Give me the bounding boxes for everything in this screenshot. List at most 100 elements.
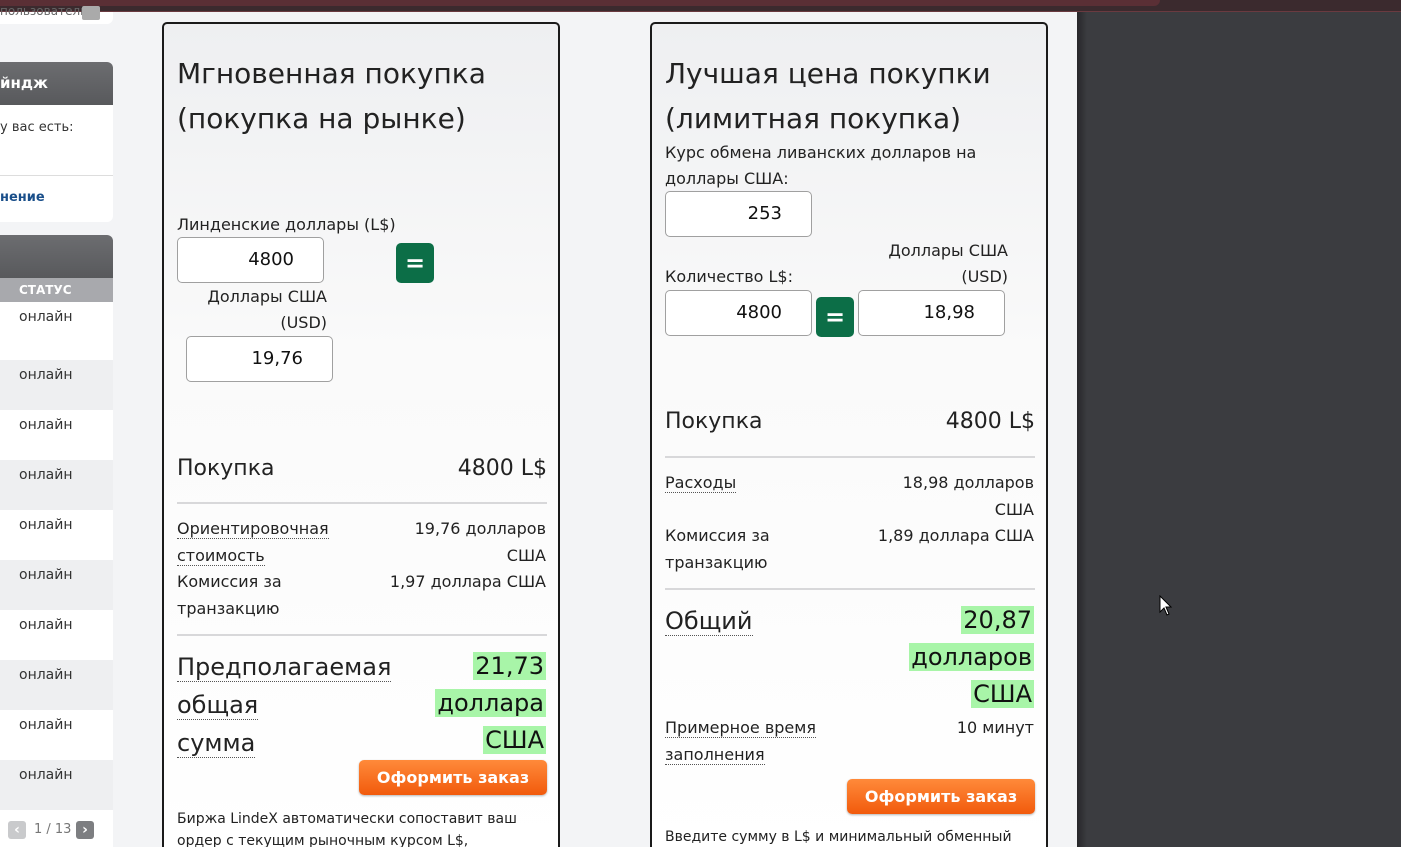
approx-cost-value-1: 19,76 долларов — [414, 519, 546, 538]
mouse-cursor-icon — [1159, 595, 1173, 616]
table-row[interactable]: онлайн — [0, 610, 113, 660]
usd-label-line1: Доллары США — [207, 287, 327, 306]
fill-time-value: 10 минут — [956, 718, 1034, 737]
usd-input[interactable]: 18,98 — [858, 290, 1005, 336]
table-row[interactable]: онлайн — [0, 510, 113, 560]
total-value: 21,73 доллара США — [435, 648, 546, 759]
divider — [665, 456, 1035, 458]
table-row[interactable]: онлайн — [0, 360, 113, 410]
fill-time-label-1: Примерное время — [665, 718, 816, 738]
market-title-line1: Мгновенная покупка — [177, 57, 486, 90]
purchase-label: Покупка — [665, 409, 763, 434]
fee-label-1: Комиссия за — [665, 526, 770, 545]
chevron-left-icon[interactable]: ‹ — [8, 821, 26, 839]
market-footer-line2: ордер с текущим рыночным курсом L$, — [177, 833, 469, 847]
fee-label-1: Комиссия за — [177, 572, 282, 591]
status-panel: СТАТУС онлайн онлайн онлайн онлайн онлай… — [0, 235, 113, 847]
lindens-input[interactable]: 4800 — [177, 237, 324, 283]
panel-link[interactable]: нение — [0, 190, 45, 205]
usd-label: Доллары США (USD) — [858, 238, 1008, 290]
divider — [177, 634, 547, 636]
equals-button[interactable]: = — [816, 297, 854, 337]
table-row[interactable]: онлайн — [0, 410, 113, 460]
sidebar-top-item[interactable]: пользователь — [0, 4, 113, 24]
limit-title-line2: (лимитная покупка) — [665, 102, 962, 135]
expenses-label[interactable]: Расходы — [665, 469, 737, 496]
status-column-header[interactable]: СТАТУС — [0, 278, 113, 302]
approx-cost-value: 19,76 долларов США — [415, 515, 546, 569]
total-label-1: Предполагаемая — [177, 653, 392, 682]
usd-label-line1: Доллары США — [888, 241, 1008, 260]
quantity-label: Количество L$: — [665, 267, 793, 286]
market-buy-title: Мгновенная покупка (покупка на рынке) — [177, 51, 547, 141]
table-row[interactable]: онлайн — [0, 460, 113, 510]
rate-input[interactable]: 253 — [665, 191, 812, 237]
browser-top-bar — [0, 0, 1401, 12]
table-row[interactable]: онлайн — [0, 710, 113, 760]
limit-buy-card: Лучшая цена покупки (лимитная покупка) К… — [650, 22, 1048, 847]
divider — [177, 502, 547, 504]
sidebar-top-item-label: пользователь — [0, 4, 88, 18]
table-row[interactable]: онлайн — [0, 760, 113, 810]
fee-label: Комиссия за транзакцию — [665, 522, 770, 576]
exchange-panel: йндж у вас есть: нение — [0, 62, 113, 222]
total-value-2: доллара — [435, 689, 546, 717]
total-value-1: 20,87 — [961, 606, 1034, 634]
rate-label-line1: Курс обмена ливанских долларов на — [665, 143, 977, 162]
fee-label-2: транзакцию — [665, 553, 768, 572]
table-row[interactable]: онлайн — [0, 560, 113, 610]
limit-footer-line1: Введите сумму в L$ и минимальный обменны… — [665, 829, 1012, 845]
equals-button[interactable]: = — [396, 243, 434, 283]
market-footer-text: Биржа LindeX автоматически сопоставит ва… — [177, 808, 527, 847]
usd-input[interactable]: 19,76 — [186, 336, 333, 382]
usd-label-line2: (USD) — [961, 267, 1008, 286]
total-label-3: сумма — [177, 729, 256, 758]
rate-label-line2: доллары США: — [665, 169, 789, 188]
approx-cost-label-2: стоимость — [177, 546, 265, 566]
fill-time-label[interactable]: Примерное время заполнения — [665, 714, 816, 768]
limit-buy-title: Лучшая цена покупки (лимитная покупка) — [665, 51, 1035, 141]
divider — [0, 175, 113, 176]
fee-value: 1,89 доллара США — [877, 526, 1034, 545]
total-value-3: США — [971, 680, 1034, 708]
total-label[interactable]: Общий — [665, 602, 753, 640]
total-value-1: 21,73 — [473, 652, 546, 680]
limit-footer-text: Введите сумму в L$ и минимальный обменны… — [665, 826, 1015, 847]
page-content: пользователь йндж у вас есть: нение СТАТ… — [0, 4, 1077, 847]
sidebar-top-item-icon[interactable] — [82, 6, 100, 20]
market-title-line2: (покупка на рынке) — [177, 102, 466, 135]
usd-label: Доллары США (USD) — [177, 284, 327, 336]
status-panel-header — [0, 235, 113, 278]
total-value-3: США — [483, 726, 546, 754]
usd-label-line2: (USD) — [280, 313, 327, 332]
expenses-label-text: Расходы — [665, 473, 737, 493]
page-indicator: 1 / 13 — [34, 822, 72, 837]
purchase-value: 4800 L$ — [457, 456, 547, 481]
table-row[interactable]: онлайн — [0, 302, 113, 360]
approx-cost-label[interactable]: Ориентировочная стоимость — [177, 515, 329, 569]
approx-cost-value-2: США — [506, 546, 546, 565]
fee-label-2: транзакцию — [177, 599, 280, 618]
total-label[interactable]: Предполагаемая общая сумма — [177, 648, 392, 762]
total-value-2: долларов — [909, 643, 1034, 671]
rate-label: Курс обмена ливанских долларов на доллар… — [665, 140, 976, 192]
limit-title-line1: Лучшая цена покупки — [665, 57, 991, 90]
total-value: 20,87 долларов США — [909, 602, 1034, 713]
approx-cost-label-1: Ориентировочная — [177, 519, 329, 539]
chevron-right-icon[interactable]: › — [76, 821, 94, 839]
purchase-label: Покупка — [177, 456, 275, 481]
left-sidebar: пользователь йндж у вас есть: нение СТАТ… — [0, 4, 113, 847]
exchange-panel-title: йндж — [0, 62, 113, 105]
total-label-2: общая — [177, 691, 259, 720]
lindens-label: Линденские доллары (L$) — [177, 215, 396, 234]
expenses-value-2: США — [994, 500, 1034, 519]
market-footer-line1: Биржа LindeX автоматически сопоставит ва… — [177, 811, 517, 827]
pagination: ‹ 1 / 13 › — [0, 813, 113, 847]
quantity-input[interactable]: 4800 — [665, 290, 812, 336]
market-buy-card: Мгновенная покупка (покупка на рынке) Ли… — [162, 22, 560, 847]
balance-label: у вас есть: — [0, 120, 74, 135]
place-order-button[interactable]: Оформить заказ — [847, 779, 1035, 814]
place-order-button[interactable]: Оформить заказ — [359, 760, 547, 795]
table-row[interactable]: онлайн — [0, 660, 113, 710]
fill-time-label-2: заполнения — [665, 745, 765, 765]
